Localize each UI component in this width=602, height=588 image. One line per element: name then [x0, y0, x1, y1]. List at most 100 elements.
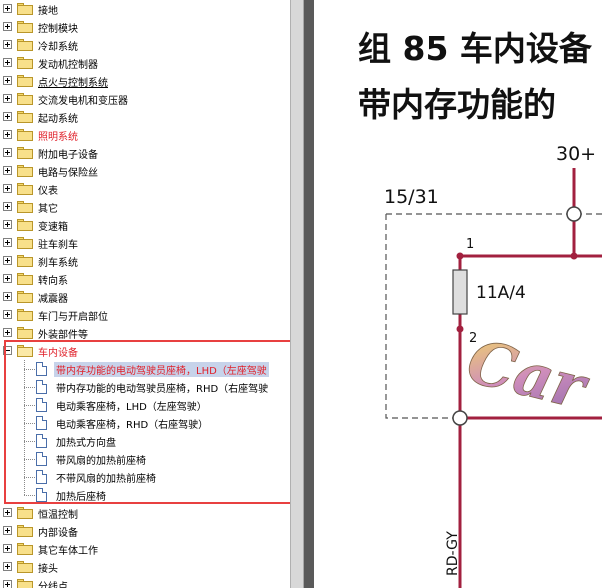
expand-toggle-icon[interactable]: [3, 328, 12, 337]
tree-folder-row[interactable]: 驻车刹车: [0, 234, 290, 252]
expand-toggle-icon[interactable]: [3, 562, 12, 571]
tree-folder-row[interactable]: 仪表: [0, 180, 290, 198]
tree-folder-label[interactable]: 刹车系统: [38, 254, 78, 269]
fuse-symbol: [452, 269, 468, 315]
tree-folder-label[interactable]: 接地: [38, 2, 58, 17]
tree-folder-row[interactable]: 电路与保险丝: [0, 162, 290, 180]
tree-folder-label[interactable]: 点火与控制系统: [38, 74, 108, 89]
tree-folder-label[interactable]: 控制模块: [38, 20, 78, 35]
tree-folder-row[interactable]: 其它: [0, 198, 290, 216]
tree-folder-label[interactable]: 车门与开启部位: [38, 308, 108, 323]
expand-toggle-icon[interactable]: [3, 22, 12, 31]
expand-toggle-icon[interactable]: [3, 544, 12, 553]
folder-icon: [17, 39, 33, 51]
folder-icon: [17, 93, 33, 105]
tree-folder-label[interactable]: 内部设备: [38, 524, 78, 539]
terminal-15-31-node: [452, 410, 468, 426]
tree-folder-row[interactable]: 刹车系统: [0, 252, 290, 270]
folder-icon: [17, 3, 33, 15]
tree-folder-row[interactable]: 交流发电机和变压器: [0, 90, 290, 108]
folder-icon: [17, 543, 33, 555]
tree-folder-label[interactable]: 电路与保险丝: [38, 164, 98, 179]
tree-folder-row[interactable]: 照明系统: [0, 126, 290, 144]
folder-icon: [17, 525, 33, 537]
expand-toggle-icon[interactable]: [3, 508, 12, 517]
tree-folder-row[interactable]: 转向系: [0, 270, 290, 288]
folder-icon: [17, 273, 33, 285]
folder-icon: [17, 255, 33, 267]
expand-toggle-icon[interactable]: [3, 274, 12, 283]
folder-icon: [17, 111, 33, 123]
tree-folder-label[interactable]: 外装部件等: [38, 326, 88, 341]
expand-toggle-icon[interactable]: [3, 130, 12, 139]
tree-folder-label[interactable]: 发动机控制器: [38, 56, 98, 71]
tree-folder-label[interactable]: 恒温控制: [38, 506, 78, 521]
tree-folder-row[interactable]: 冷却系统: [0, 36, 290, 54]
expand-toggle-icon[interactable]: [3, 40, 12, 49]
expand-toggle-icon[interactable]: [3, 238, 12, 247]
expand-toggle-icon[interactable]: [3, 526, 12, 535]
expand-toggle-icon[interactable]: [3, 58, 12, 67]
tree-folder-row[interactable]: 起动系统: [0, 108, 290, 126]
folder-icon: [17, 21, 33, 33]
tree-folder-label[interactable]: 驻车刹车: [38, 236, 78, 251]
tree-folder-label[interactable]: 附加电子设备: [38, 146, 98, 161]
tree-folder-row[interactable]: 变速箱: [0, 216, 290, 234]
tree-folder-row[interactable]: 接头: [0, 558, 290, 576]
folder-icon: [17, 309, 33, 321]
tree-folder-row[interactable]: 接地: [0, 0, 290, 18]
tree-folder-row[interactable]: 减震器: [0, 288, 290, 306]
highlight-box: [4, 340, 302, 504]
expand-toggle-icon[interactable]: [3, 76, 12, 85]
folder-icon: [17, 219, 33, 231]
expand-toggle-icon[interactable]: [3, 220, 12, 229]
tree-folder-row[interactable]: 附加电子设备: [0, 144, 290, 162]
tree-folder-row[interactable]: 分线点: [0, 576, 290, 588]
watermark-text: Car: [460, 327, 596, 425]
tree-folder-label[interactable]: 其它车体工作: [38, 542, 98, 557]
folder-icon: [17, 291, 33, 303]
wire-color-label: RD-GY: [445, 531, 461, 576]
tree-folder-label[interactable]: 其它: [38, 200, 58, 215]
expand-toggle-icon[interactable]: [3, 310, 12, 319]
folder-icon: [17, 129, 33, 141]
tree-folder-label[interactable]: 接头: [38, 560, 58, 575]
expand-toggle-icon[interactable]: [3, 202, 12, 211]
tree-folder-row[interactable]: 车门与开启部位: [0, 306, 290, 324]
vertical-scrollbar[interactable]: [290, 0, 304, 588]
folder-icon: [17, 579, 33, 588]
tree-folder-label[interactable]: 仪表: [38, 182, 58, 197]
expand-toggle-icon[interactable]: [3, 94, 12, 103]
tree-folder-row[interactable]: 发动机控制器: [0, 54, 290, 72]
tree-folder-label[interactable]: 交流发电机和变压器: [38, 92, 128, 107]
tree-folder-label[interactable]: 冷却系统: [38, 38, 78, 53]
expand-toggle-icon[interactable]: [3, 292, 12, 301]
tree-folder-label[interactable]: 起动系统: [38, 110, 78, 125]
pane-divider[interactable]: [304, 0, 314, 588]
expand-toggle-icon[interactable]: [3, 580, 12, 588]
tree-folder-label[interactable]: 分线点: [38, 578, 68, 588]
tree-folder-row[interactable]: 点火与控制系统: [0, 72, 290, 90]
terminal-30-label: 30+: [556, 143, 596, 165]
tree-folder-row[interactable]: 恒温控制: [0, 504, 290, 522]
expand-toggle-icon[interactable]: [3, 184, 12, 193]
document-pane: 组 85 车内设备 带内存功能的 30+ 15/31 1 2 11A/4 RD-…: [314, 0, 602, 588]
tree-folder-row[interactable]: 控制模块: [0, 18, 290, 36]
tree-folder-label[interactable]: 照明系统: [38, 128, 78, 143]
tree-folder-label[interactable]: 变速箱: [38, 218, 68, 233]
folder-icon: [17, 75, 33, 87]
folder-icon: [17, 57, 33, 69]
tree-folder-row[interactable]: 其它车体工作: [0, 540, 290, 558]
expand-toggle-icon[interactable]: [3, 148, 12, 157]
expand-toggle-icon[interactable]: [3, 4, 12, 13]
expand-toggle-icon[interactable]: [3, 166, 12, 175]
pin-1-dot: [456, 252, 464, 260]
tree-folder-label[interactable]: 减震器: [38, 290, 68, 305]
expand-toggle-icon[interactable]: [3, 256, 12, 265]
expand-toggle-icon[interactable]: [3, 112, 12, 121]
folder-icon: [17, 165, 33, 177]
pin-2-dot: [456, 325, 464, 333]
tree-folder-row[interactable]: 内部设备: [0, 522, 290, 540]
tree-folder-label[interactable]: 转向系: [38, 272, 68, 287]
junction-dot: [570, 252, 578, 260]
